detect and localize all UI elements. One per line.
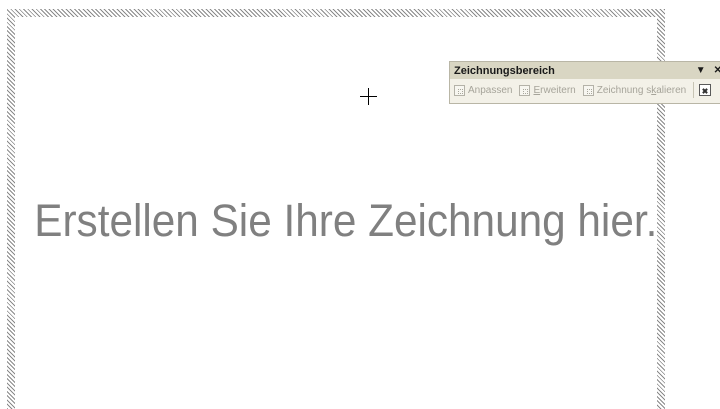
toolbar-separator bbox=[693, 82, 695, 98]
text-wrapping-button[interactable] bbox=[699, 84, 712, 96]
toolbar-close-icon[interactable]: ✕ bbox=[714, 65, 720, 76]
drawing-canvas-toolbar: Zeichnungsbereich ▼ ✕ Anpassen Erweitern… bbox=[449, 61, 720, 104]
toolbar-title-bar[interactable]: Zeichnungsbereich ▼ ✕ bbox=[450, 62, 720, 79]
toolbar-title: Zeichnungsbereich bbox=[454, 64, 555, 77]
toolbar-buttons-row: Anpassen Erweitern Zeichnung s k alieren bbox=[450, 79, 720, 101]
fit-button-label: Anpassen bbox=[468, 84, 513, 96]
expand-button-label-accel: E bbox=[533, 84, 541, 96]
expand-button-label: rweitern bbox=[540, 84, 576, 96]
canvas-placeholder-text: Erstellen Sie Ihre Zeichnung hier. bbox=[34, 195, 658, 246]
scale-drawing-icon bbox=[582, 84, 594, 96]
scale-drawing-label-start: Zeichnung s bbox=[596, 84, 652, 96]
fit-icon bbox=[454, 84, 465, 96]
text-wrapping-icon bbox=[699, 84, 712, 96]
expand-icon bbox=[519, 84, 531, 96]
scale-drawing-button[interactable]: Zeichnung s k alieren bbox=[582, 84, 687, 96]
scale-drawing-label-end: alieren bbox=[656, 84, 687, 96]
expand-button[interactable]: Erweitern bbox=[519, 84, 576, 96]
fit-button[interactable]: Anpassen bbox=[454, 84, 513, 96]
toolbar-options-dropdown-icon[interactable]: ▼ bbox=[696, 65, 706, 76]
crosshair-cursor-icon bbox=[360, 88, 377, 105]
